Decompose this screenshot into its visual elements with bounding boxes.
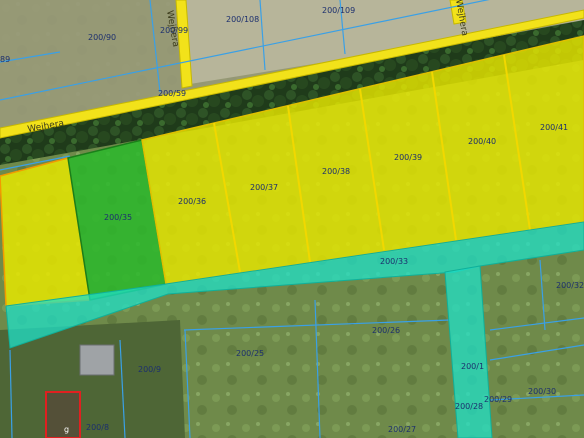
building-red[interactable] (45, 391, 81, 438)
parcel-label: 200/99 (160, 26, 188, 35)
parcel-label: 200/38 (322, 167, 350, 176)
parcel-label: 200/30 (528, 387, 556, 396)
parcel-label: 200/109 (322, 6, 355, 15)
parcel-label: 200/28 (455, 402, 483, 411)
parcel-label: 200/41 (540, 123, 568, 132)
parcel-label: 200/37 (250, 183, 278, 192)
parcel-label: 200/59 (158, 89, 186, 98)
parcel-label: 200/33 (380, 257, 408, 266)
parcel-label: 200/1 (461, 362, 484, 371)
parcel-label: 200/8 (86, 423, 109, 432)
parcel-label: 200/40 (468, 137, 496, 146)
building (79, 344, 115, 376)
parcel-label: 200/36 (178, 197, 206, 206)
parcel-label: 200/90 (88, 33, 116, 42)
parcel-label: 200/29 (484, 395, 512, 404)
building-marker-label: g (64, 425, 69, 434)
parcel-label: 89 (0, 55, 10, 64)
parcel-label: 200/32 (556, 281, 584, 290)
parcel-label: 200/39 (394, 153, 422, 162)
parcel-label: 200/27 (388, 425, 416, 434)
cadastral-map[interactable]: g Wejhera Wejhera Wejhera 200/108 200/10… (0, 0, 584, 438)
parcel-label: 200/25 (236, 349, 264, 358)
parcel-label: 200/9 (138, 365, 161, 374)
parcel-label: 200/26 (372, 326, 400, 335)
parcel-label: 200/108 (226, 15, 259, 24)
parcel-label: 200/35 (104, 213, 132, 222)
map-canvas[interactable]: g Wejhera Wejhera Wejhera 200/108 200/10… (0, 0, 584, 438)
